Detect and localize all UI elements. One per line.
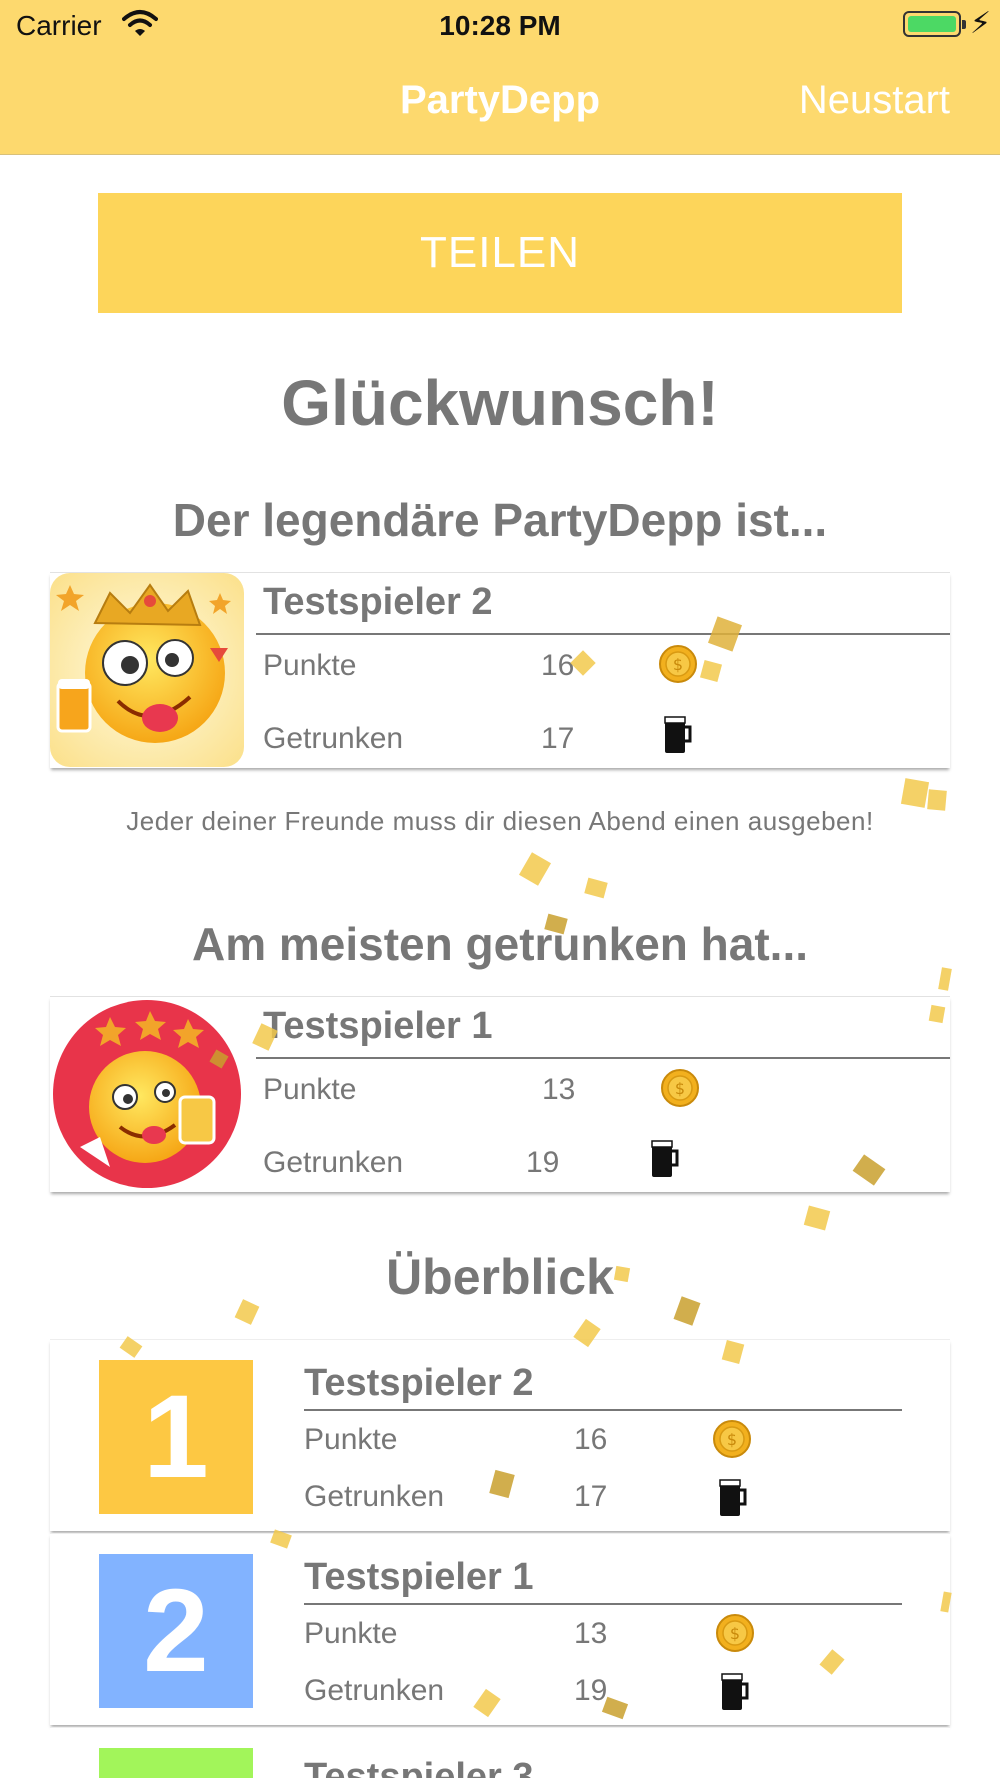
points-value: 13 xyxy=(574,1617,608,1650)
most-drunk-card: Testspieler 1 Punkte 13 $ Getrunken 19 xyxy=(50,996,950,1192)
drunk-value: 19 xyxy=(526,1146,560,1179)
points-value: 16 xyxy=(574,1423,608,1456)
most-drunk-heading: Am meisten getrunken hat... xyxy=(191,918,808,970)
drunk-label: Getrunken xyxy=(263,1146,404,1179)
svg-text:$: $ xyxy=(727,1430,737,1449)
points-label: Punkte xyxy=(263,649,357,682)
coin-icon: $ xyxy=(716,1614,754,1652)
winner-note: Jeder deiner Freunde muss dir diesen Abe… xyxy=(126,806,874,836)
rank-badge: 2 xyxy=(99,1554,253,1708)
drunk-value: 17 xyxy=(574,1480,608,1513)
drunk-value: 17 xyxy=(541,722,575,755)
winner-heading: Der legendäre PartyDepp ist... xyxy=(172,494,828,546)
beer-mug-icon xyxy=(664,716,692,753)
points-label: Punkte xyxy=(304,1423,398,1456)
svg-text:$: $ xyxy=(675,1079,685,1098)
rank-badge xyxy=(99,1748,253,1778)
player-name: Testspieler 1 xyxy=(263,1005,493,1047)
drunk-value: 19 xyxy=(574,1674,608,1707)
drunk-label: Getrunken xyxy=(263,722,404,755)
divider xyxy=(304,1603,902,1605)
navigation-bar: Carrier 10:28 PM ⚡ PartyDepp Neustart xyxy=(0,0,1000,155)
list-item[interactable]: 2 Testspieler 1 Punkte 13 $ Getrunken 19 xyxy=(50,1533,950,1725)
coin-icon: $ xyxy=(659,645,697,683)
drunk-label: Getrunken xyxy=(304,1674,445,1707)
share-button[interactable]: TEILEN xyxy=(98,193,902,313)
beer-mug-icon xyxy=(721,1673,749,1710)
king-emoji-with-beer-icon xyxy=(50,573,244,767)
divider xyxy=(256,633,950,635)
svg-text:$: $ xyxy=(730,1624,740,1643)
clock: 10:28 PM xyxy=(439,10,561,41)
dizzy-emoji-with-beer-icon xyxy=(53,1000,241,1188)
player-name: Testspieler 2 xyxy=(263,581,493,623)
divider xyxy=(256,1057,950,1059)
coin-icon: $ xyxy=(661,1069,699,1107)
points-label: Punkte xyxy=(263,1073,357,1106)
overview-heading: Überblick xyxy=(386,1249,614,1305)
beer-mug-icon xyxy=(651,1140,679,1177)
rank-badge: 1 xyxy=(99,1360,253,1514)
charging-icon: ⚡ xyxy=(970,7,992,40)
coin-icon: $ xyxy=(713,1420,751,1458)
divider xyxy=(304,1409,902,1411)
battery-icon xyxy=(903,11,966,37)
points-label: Punkte xyxy=(304,1617,398,1650)
list-item[interactable]: Testspieler 3 xyxy=(50,1727,950,1778)
beer-mug-icon xyxy=(719,1479,747,1516)
list-item[interactable]: 1 Testspieler 2 Punkte 16 $ Getrunken 17 xyxy=(50,1339,950,1531)
points-value: 13 xyxy=(542,1073,576,1106)
drunk-label: Getrunken xyxy=(304,1480,445,1513)
congrats-heading: Glückwunsch! xyxy=(281,367,719,439)
winner-card: Testspieler 2 Punkte 16 $ Getrunken 17 xyxy=(50,572,950,768)
svg-text:$: $ xyxy=(673,655,683,674)
player-name: Testspieler 1 xyxy=(304,1556,534,1598)
points-value: 16 xyxy=(541,649,575,682)
player-name: Testspieler 2 xyxy=(304,1362,534,1404)
player-name: Testspieler 3 xyxy=(304,1756,534,1778)
status-bar: Carrier 10:28 PM ⚡ xyxy=(0,0,1000,50)
restart-button[interactable]: Neustart xyxy=(799,78,950,123)
